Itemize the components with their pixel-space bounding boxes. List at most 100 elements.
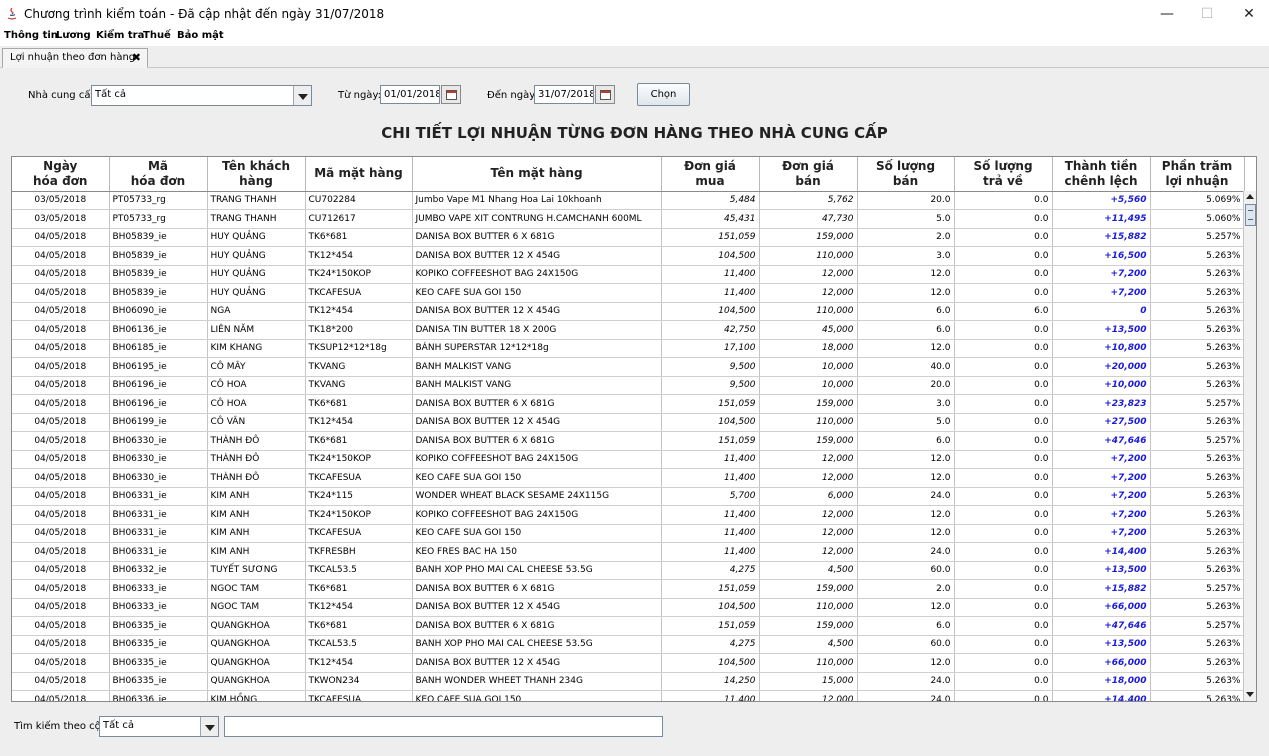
ten-khach-hang-cell[interactable]: HUY QUẢNG: [207, 227, 306, 247]
ma-hoa-don-cell[interactable]: BH06335_ie: [109, 635, 208, 654]
phan-tram-loi-nhuan-cell[interactable]: 5.263%: [1150, 598, 1245, 617]
don-gia-ban-cell[interactable]: 10,000: [759, 375, 858, 395]
ma-hoa-don-cell[interactable]: BH06331_ie: [109, 524, 208, 543]
ngay-hoa-don-cell[interactable]: 04/05/2018: [12, 246, 110, 266]
don-gia-mua-cell[interactable]: 104,500: [661, 412, 760, 432]
don-gia-ban-cell[interactable]: 6,000: [759, 486, 858, 506]
table-row[interactable]: 04/05/2018 BH06335_ie QUANGKHOA TK12*454 DAN…: [12, 653, 1245, 673]
so-luong-tra-ve-cell[interactable]: 0.0: [954, 191, 1053, 210]
ma-mat-hang-cell[interactable]: TKVANG: [305, 357, 413, 377]
so-luong-ban-cell[interactable]: 60.0: [857, 635, 955, 654]
so-luong-tra-ve-cell[interactable]: 0.0: [954, 320, 1053, 340]
ngay-hoa-don-cell[interactable]: 04/05/2018: [12, 524, 110, 543]
ten-mat-hang-cell[interactable]: DANISA BOX BUTTER 6 X 681G: [412, 227, 662, 247]
ngay-hoa-don-cell[interactable]: 04/05/2018: [12, 450, 110, 469]
ten-khach-hang-cell[interactable]: CÔ VÂN: [207, 412, 306, 432]
table-row[interactable]: 04/05/2018 BH06199_ie CÔ VÂN TK12*454 DANISA…: [12, 412, 1245, 432]
ten-mat-hang-cell[interactable]: DANISA BOX BUTTER 12 X 454G: [412, 653, 662, 673]
don-gia-mua-cell[interactable]: 11,400: [661, 265, 760, 284]
ten-mat-hang-cell[interactable]: KOPIKO COFFEESHOT BAG 24X150G: [412, 265, 662, 284]
so-luong-tra-ve-cell[interactable]: 0.0: [954, 486, 1053, 506]
don-gia-ban-cell[interactable]: 12,000: [759, 468, 858, 488]
ma-mat-hang-cell[interactable]: TK12*454: [305, 412, 413, 432]
table-row[interactable]: 04/05/2018 BH06331_ie KIM ANH TK24*115 WONDE…: [12, 486, 1245, 506]
ma-mat-hang-cell[interactable]: TK18*200: [305, 320, 413, 340]
so-luong-ban-cell[interactable]: 40.0: [857, 357, 955, 377]
table-row[interactable]: 04/05/2018 BH06330_ie THÀNH ĐÔ TK24*150KOP K…: [12, 450, 1245, 469]
so-luong-ban-cell[interactable]: 60.0: [857, 560, 955, 580]
so-luong-tra-ve-cell[interactable]: 0.0: [954, 394, 1053, 414]
don-gia-ban-cell[interactable]: 12,000: [759, 524, 858, 543]
thanh-tien-chenh-lech-cell[interactable]: +13,500: [1052, 635, 1151, 654]
ngay-hoa-don-cell[interactable]: 04/05/2018: [12, 486, 110, 506]
choose-button[interactable]: Chọn: [637, 83, 690, 106]
phan-tram-loi-nhuan-cell[interactable]: 5.263%: [1150, 301, 1245, 321]
phan-tram-loi-nhuan-cell[interactable]: 5.263%: [1150, 560, 1245, 580]
don-gia-mua-cell[interactable]: 5,700: [661, 486, 760, 506]
ma-hoa-don-cell[interactable]: BH06335_ie: [109, 653, 208, 673]
phan-tram-loi-nhuan-cell[interactable]: 5.060%: [1150, 209, 1245, 229]
don-gia-mua-cell[interactable]: 11,400: [661, 450, 760, 469]
so-luong-tra-ve-cell[interactable]: 0.0: [954, 468, 1053, 488]
don-gia-ban-cell[interactable]: 110,000: [759, 598, 858, 617]
don-gia-ban-cell[interactable]: 5,762: [759, 191, 858, 210]
ma-mat-hang-cell[interactable]: TK12*454: [305, 246, 413, 266]
so-luong-ban-cell[interactable]: 6.0: [857, 431, 955, 451]
thanh-tien-chenh-lech-cell[interactable]: +7,200: [1052, 486, 1151, 506]
so-luong-tra-ve-cell[interactable]: 0.0: [954, 579, 1053, 599]
ten-mat-hang-cell[interactable]: DANISA BOX BUTTER 12 X 454G: [412, 598, 662, 617]
ngay-hoa-don-cell[interactable]: 04/05/2018: [12, 598, 110, 617]
menu-thue[interactable]: Thuế: [143, 30, 171, 41]
ten-khach-hang-cell[interactable]: HUY QUẢNG: [207, 265, 306, 284]
table-row[interactable]: 04/05/2018 BH06196_ie CÔ HOA TKVANG BANH MAL…: [12, 375, 1245, 395]
col-don-gia-mua-header[interactable]: Đơn giá mua: [661, 157, 760, 192]
ngay-hoa-don-cell[interactable]: 03/05/2018: [12, 209, 110, 229]
thanh-tien-chenh-lech-cell[interactable]: +13,500: [1052, 320, 1151, 340]
ngay-hoa-don-cell[interactable]: 04/05/2018: [12, 690, 110, 701]
so-luong-ban-cell[interactable]: 12.0: [857, 468, 955, 488]
from-date-input[interactable]: [381, 86, 439, 103]
don-gia-ban-cell[interactable]: 15,000: [759, 672, 858, 691]
phan-tram-loi-nhuan-cell[interactable]: 5.263%: [1150, 635, 1245, 654]
don-gia-ban-cell[interactable]: 47,730: [759, 209, 858, 229]
col-ma-mat-hang-header[interactable]: Mã mặt hàng: [305, 157, 413, 192]
ten-mat-hang-cell[interactable]: KEO CAFE SUA GOI 150: [412, 468, 662, 488]
don-gia-mua-cell[interactable]: 11,400: [661, 542, 760, 562]
don-gia-mua-cell[interactable]: 5,484: [661, 191, 760, 210]
thanh-tien-chenh-lech-cell[interactable]: +14,400: [1052, 542, 1151, 562]
so-luong-tra-ve-cell[interactable]: 0.0: [954, 431, 1053, 451]
ten-mat-hang-cell[interactable]: JUMBO VAPE XIT CONTRUNG H.CAMCHANH 600ML: [412, 209, 662, 229]
ma-mat-hang-cell[interactable]: TK24*150KOP: [305, 450, 413, 469]
phan-tram-loi-nhuan-cell[interactable]: 5.263%: [1150, 468, 1245, 488]
ma-hoa-don-cell[interactable]: PT05733_rg: [109, 191, 208, 210]
so-luong-tra-ve-cell[interactable]: 0.0: [954, 560, 1053, 580]
thanh-tien-chenh-lech-cell[interactable]: +47,646: [1052, 616, 1151, 636]
menu-bao-mat[interactable]: Bảo mật: [177, 30, 224, 41]
phan-tram-loi-nhuan-cell[interactable]: 5.263%: [1150, 672, 1245, 691]
tab-loi-nhuan[interactable]: Lợi nhuận theo đơn hàng ✖: [2, 48, 148, 68]
thanh-tien-chenh-lech-cell[interactable]: +66,000: [1052, 653, 1151, 673]
ten-mat-hang-cell[interactable]: WONDER WHEAT BLACK SESAME 24X115G: [412, 486, 662, 506]
don-gia-mua-cell[interactable]: 9,500: [661, 357, 760, 377]
to-date-field[interactable]: [534, 85, 594, 104]
don-gia-ban-cell[interactable]: 159,000: [759, 227, 858, 247]
thanh-tien-chenh-lech-cell[interactable]: +14,400: [1052, 690, 1151, 701]
so-luong-tra-ve-cell[interactable]: 0.0: [954, 265, 1053, 284]
ten-khach-hang-cell[interactable]: HUY QUẢNG: [207, 246, 306, 266]
ma-hoa-don-cell[interactable]: BH06330_ie: [109, 450, 208, 469]
table-row[interactable]: 04/05/2018 BH06333_ie NGOC TAM TK6*681 DANIS…: [12, 579, 1245, 599]
so-luong-tra-ve-cell[interactable]: 0.0: [954, 653, 1053, 673]
ma-mat-hang-cell[interactable]: TKCAFESUA: [305, 468, 413, 488]
ngay-hoa-don-cell[interactable]: 04/05/2018: [12, 301, 110, 321]
so-luong-tra-ve-cell[interactable]: 0.0: [954, 672, 1053, 691]
table-row[interactable]: 04/05/2018 BH05839_ie HUY QUẢNG TK12*454 DAN…: [12, 246, 1245, 266]
phan-tram-loi-nhuan-cell[interactable]: 5.263%: [1150, 338, 1245, 358]
ten-khach-hang-cell[interactable]: HUY QUẢNG: [207, 283, 306, 303]
ngay-hoa-don-cell[interactable]: 04/05/2018: [12, 320, 110, 340]
from-date-picker-button[interactable]: [441, 85, 461, 104]
don-gia-mua-cell[interactable]: 11,400: [661, 505, 760, 525]
scroll-thumb[interactable]: [1245, 204, 1256, 226]
ma-mat-hang-cell[interactable]: CU712617: [305, 209, 413, 229]
thanh-tien-chenh-lech-cell[interactable]: +11,495: [1052, 209, 1151, 229]
so-luong-tra-ve-cell[interactable]: 0.0: [954, 598, 1053, 617]
